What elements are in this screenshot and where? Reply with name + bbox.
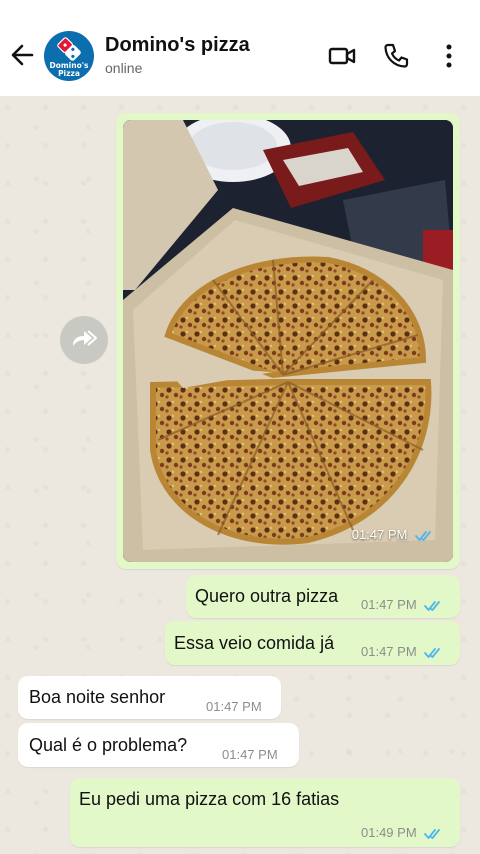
- pizza-image: [123, 120, 453, 562]
- message-text: Boa noite senhor: [29, 687, 166, 707]
- video-call-icon: [328, 47, 356, 65]
- message-time: 01:47 PM: [206, 699, 262, 714]
- image-message-bubble[interactable]: 01:47 PM: [116, 113, 460, 569]
- read-ticks-icon: [424, 600, 441, 611]
- message-text: Qual é o problema?: [29, 735, 188, 755]
- phone-icon: [384, 43, 409, 68]
- message-bubble-out[interactable]: Essa veio comida já 01:47 PM: [165, 621, 460, 665]
- message-time: 01:49 PM: [361, 825, 417, 840]
- message-text: Quero outra pizza: [195, 586, 339, 606]
- image-time: 01:47 PM: [351, 527, 408, 542]
- message-bubble-in[interactable]: Boa noite senhor 01:47 PM: [18, 676, 281, 719]
- voice-call-button[interactable]: [381, 41, 411, 71]
- contact-status: online: [105, 60, 143, 76]
- message-meta: 01:47 PM: [361, 641, 444, 663]
- message-bubble-in[interactable]: Qual é o problema? 01:47 PM: [18, 723, 299, 767]
- forward-icon: [73, 330, 97, 346]
- message-time: 01:47 PM: [361, 597, 417, 612]
- read-ticks-icon: [424, 647, 441, 658]
- chat-header: Domino's Pizza Domino's pizza online: [0, 0, 480, 96]
- logo-line2: Pizza: [58, 69, 80, 78]
- message-time: 01:47 PM: [222, 747, 278, 762]
- message-text: Essa veio comida já: [174, 633, 335, 653]
- message-text: Eu pedi uma pizza com 16 fatias: [79, 789, 340, 809]
- more-vert-icon: [446, 44, 452, 68]
- back-arrow-icon: [11, 44, 34, 66]
- read-ticks-icon: [415, 530, 431, 541]
- pizza-photo[interactable]: 01:47 PM: [123, 120, 453, 562]
- avatar[interactable]: Domino's Pizza: [44, 31, 94, 81]
- message-meta: 01:47 PM: [361, 594, 444, 616]
- more-options-button[interactable]: [436, 41, 466, 71]
- contact-name[interactable]: Domino's pizza: [105, 34, 250, 57]
- message-bubble-out[interactable]: Quero outra pizza 01:47 PM: [186, 575, 460, 618]
- image-timestamp: 01:47 PM: [352, 527, 435, 542]
- message-bubble-out[interactable]: Eu pedi uma pizza com 16 fatias 01:49 PM: [70, 778, 460, 847]
- back-button[interactable]: [8, 38, 38, 72]
- message-meta: 01:49 PM: [361, 822, 444, 844]
- forward-button[interactable]: [60, 316, 108, 364]
- message-time: 01:47 PM: [361, 644, 417, 659]
- video-call-button[interactable]: [327, 41, 357, 71]
- read-ticks-icon: [424, 828, 441, 839]
